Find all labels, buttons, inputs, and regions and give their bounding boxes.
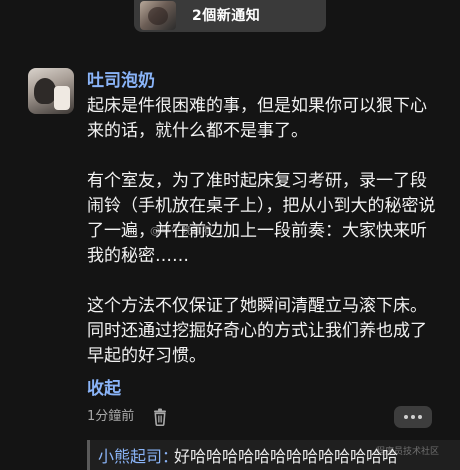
new-notifications-banner[interactable]: 2個新通知 [134, 0, 326, 32]
notification-label: 2個新通知 [192, 8, 261, 24]
comment-timestamp: 1分鐘前 [87, 409, 135, 424]
comment-paragraph: 这个方法不仅保证了她瞬间清醒立马滚下床。同时还通过挖掘好奇心的方式让我们养也成了… [87, 296, 427, 366]
trash-icon[interactable] [152, 408, 168, 427]
more-dots-icon [404, 415, 408, 419]
more-options-button[interactable] [394, 406, 432, 428]
collapse-button[interactable]: 收起 [87, 374, 121, 399]
comment-paragraph: 有个室友，为了准时起床复习考研，录一了段闹铃（手机放在桌子上），把从小到大的秘密… [87, 171, 436, 266]
center-watermark: @早午晚看看 [150, 226, 213, 237]
avatar[interactable] [28, 68, 74, 114]
reply-text: 好哈哈哈哈哈哈哈哈哈哈哈哈哈 [174, 447, 399, 466]
comment-paragraph: 起床是件很困难的事，但是如果你可以狠下心来的话，就什么都不是事了。 [87, 96, 427, 141]
comment-username[interactable]: 吐司泡奶 [87, 66, 155, 91]
notification-thumbnail [140, 1, 176, 30]
reply-username[interactable]: 小熊起司： [98, 443, 178, 467]
more-dots-icon [418, 415, 422, 419]
more-dots-icon [411, 415, 415, 419]
corner-watermark: 程序员技术社区 [376, 447, 440, 457]
comment-body: 起床是件很困难的事，但是如果你可以狠下心来的话，就什么都不是事了。 有个室友，为… [87, 94, 439, 369]
